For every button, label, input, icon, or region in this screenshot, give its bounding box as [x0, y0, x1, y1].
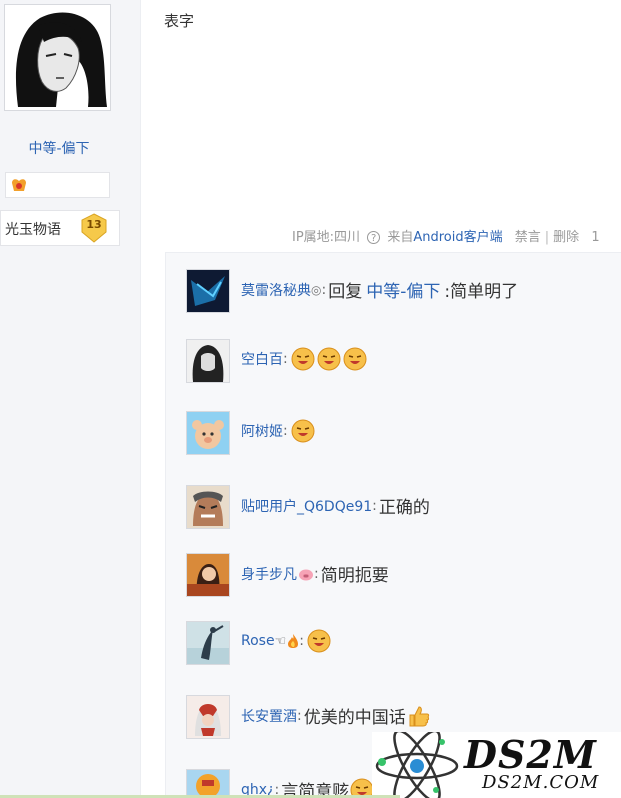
user-badge-icon: ◎: [311, 282, 322, 297]
reply-avatar-image: [187, 486, 229, 528]
reply-avatar-image: [187, 622, 229, 664]
client-link[interactable]: Android客户端: [413, 230, 502, 245]
reply-avatar[interactable]: [186, 411, 230, 455]
client-prefix: 来自: [387, 230, 414, 245]
reply-text: :简单明了: [444, 282, 519, 302]
reply-avatar-image: [187, 340, 229, 382]
reply-avatar-image: [187, 696, 229, 738]
reply-avatar-image: [187, 770, 229, 798]
watermark-subtitle: DS2M.COM: [482, 772, 600, 793]
reply-username[interactable]: 空白百: [241, 349, 283, 369]
reply-line: 空白百 :: [241, 347, 368, 371]
reply-avatar[interactable]: [186, 339, 230, 383]
reply-colon: :: [283, 351, 288, 367]
reply-username[interactable]: 贴吧用户_Q6DQe91: [241, 496, 372, 516]
member-badge-icon[interactable]: [10, 177, 28, 193]
reply-colon: :: [321, 281, 327, 298]
grin-emoji: [291, 347, 315, 371]
reply-prefix: 回复: [328, 282, 363, 302]
author-avatar[interactable]: [4, 4, 111, 111]
reply-item: Rose ☜ :: [186, 621, 621, 667]
reply-list: 莫雷洛秘典 ◎ : 回复 中等-偏下 :简单明了 空白百 : 阿树姬: 贴吧用…: [165, 252, 621, 798]
reply-avatar[interactable]: [186, 553, 230, 597]
reply-username[interactable]: 长安置酒: [241, 706, 297, 726]
author-level-row: 光玉物语 13: [0, 210, 120, 246]
reply-line: 贴吧用户_Q6DQe91 : 正确的: [241, 493, 430, 519]
reply-colon: :: [297, 707, 302, 724]
reply-colon: :: [283, 423, 288, 439]
reply-username[interactable]: 莫雷洛秘典: [241, 280, 311, 300]
grin-emoji: [343, 347, 367, 371]
reply-item: 莫雷洛秘典 ◎ : 回复 中等-偏下 :简单明了: [186, 269, 621, 315]
reply-username[interactable]: 阿树姬: [241, 421, 283, 441]
mute-link[interactable]: 禁言: [515, 230, 541, 245]
reply-avatar[interactable]: [186, 695, 230, 739]
reply-username[interactable]: 身手步凡: [241, 564, 297, 584]
grin-emoji: [307, 629, 331, 653]
level-number: 13: [86, 218, 102, 231]
reply-item: 空白百 :: [186, 339, 621, 385]
reply-avatar-image: [187, 412, 229, 454]
reply-line: 长安置酒 : 优美的中国话: [241, 703, 432, 728]
reply-colon: :: [299, 633, 304, 649]
grin-emoji: [317, 347, 341, 371]
reply-text: 正确的: [378, 498, 430, 518]
reply-avatar[interactable]: [186, 769, 230, 798]
reply-line: Rose ☜ :: [241, 629, 332, 653]
level-name: 光玉物语: [5, 222, 61, 238]
thumbs-up-icon: [409, 705, 429, 726]
reply-avatar-image: [187, 270, 229, 312]
watermark: DS2M DS2M.COM: [372, 732, 621, 798]
reply-avatar-image: [187, 554, 229, 596]
author-avatar-image: [8, 8, 107, 107]
reply-line: 身手步凡 : 简明扼要: [241, 561, 389, 587]
user-badge-icon: ☜: [274, 633, 287, 649]
post-page: 中等-偏下 光玉物语 13 表字 IP属地:四川 ? 来自Android客户端 …: [0, 0, 621, 798]
reply-colon: :: [372, 497, 377, 514]
mention-link[interactable]: 中等-偏下: [366, 277, 440, 302]
author-sidebar: 中等-偏下 光玉物语 13: [0, 0, 141, 798]
post-meta: IP属地:四川 ? 来自Android客户端 禁言 | 删除 1: [292, 226, 600, 245]
author-username[interactable]: 中等-偏下: [0, 138, 118, 158]
reply-username[interactable]: Rose: [241, 633, 275, 649]
author-badge-row: [5, 172, 110, 198]
watermark-title: DS2M: [464, 732, 597, 777]
help-icon[interactable]: ?: [367, 231, 381, 244]
atom-logo-icon: [375, 732, 459, 798]
reply-avatar[interactable]: [186, 621, 230, 665]
reply-item: 身手步凡 : 简明扼要: [186, 553, 621, 599]
pig-icon: [299, 569, 313, 580]
reply-avatar[interactable]: [186, 485, 230, 529]
ip-location: IP属地:四川: [292, 230, 361, 245]
meta-overflow: 1: [591, 230, 600, 245]
reply-line: 阿树姬 :: [241, 419, 316, 443]
reply-item: 贴吧用户_Q6DQe91 : 正确的: [186, 485, 621, 531]
post-content: 表字: [164, 12, 195, 30]
fire-icon: [288, 634, 299, 648]
reply-text: 优美的中国话: [303, 708, 406, 728]
reply-item: 阿树姬 :: [186, 411, 621, 457]
reply-colon: :: [314, 565, 319, 582]
reply-avatar[interactable]: [186, 269, 230, 313]
meta-separator: |: [544, 230, 550, 245]
reply-text: 简明扼要: [320, 566, 389, 586]
grin-emoji: [291, 419, 315, 443]
reply-line: 莫雷洛秘典 ◎ : 回复 中等-偏下 :简单明了: [241, 277, 519, 303]
delete-link[interactable]: 删除: [553, 230, 579, 245]
